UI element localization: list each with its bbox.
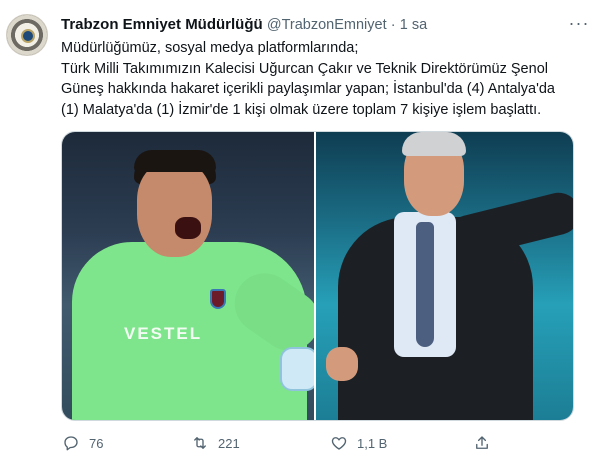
tweet-header: Trabzon Emniyet Müdürlüğü @TrabzonEmniye… (61, 15, 427, 35)
share-icon (472, 433, 492, 453)
share-button[interactable] (472, 430, 500, 456)
tweet-text-line: Güneş hakkında hakaret içerikli paylaşım… (61, 81, 555, 97)
retweet-count: 221 (218, 435, 240, 451)
reply-icon (61, 433, 81, 453)
tie (416, 222, 435, 347)
header-separator: · (390, 17, 396, 33)
more-icon[interactable]: ··· (566, 12, 592, 38)
retweet-icon (190, 433, 210, 453)
tweet-actions: 76 221 1,1 B (61, 430, 531, 456)
like-count: 1,1 B (357, 435, 388, 451)
glove (280, 347, 315, 391)
hair-top (134, 150, 216, 172)
club-crest-icon (210, 289, 226, 309)
police-badge-icon (21, 29, 35, 43)
reply-button[interactable]: 76 (61, 430, 103, 456)
tweet-text: Müdürlüğümüz, sosyal medya platformların… (61, 38, 581, 120)
face (137, 162, 212, 257)
reply-count: 76 (89, 435, 104, 451)
heart-icon (329, 433, 349, 453)
author-avatar[interactable] (6, 14, 48, 56)
tweet-time[interactable]: 1 sa (400, 17, 427, 33)
hair (402, 132, 467, 156)
goalkeeper-photo[interactable]: VESTEL (62, 132, 315, 420)
like-button[interactable]: 1,1 B (329, 430, 387, 456)
author-name[interactable]: Trabzon Emniyet Müdürlüğü (61, 16, 263, 33)
tweet-media: VESTEL (61, 131, 574, 421)
shirt-sponsor: VESTEL (124, 324, 203, 343)
retweet-button[interactable]: 221 (190, 430, 240, 456)
author-handle[interactable]: @TrabzonEmniyet (267, 17, 387, 33)
mouth (175, 217, 201, 239)
tweet-text-line: Müdürlüğümüz, sosyal medya platformların… (61, 40, 359, 56)
tweet-text-line: Türk Milli Takımımızın Kalecisi Uğurcan … (61, 60, 548, 77)
hand (326, 347, 359, 381)
tweet-text-line: (1) Malatya'da (1) İzmir'de 1 kişi olmak… (61, 101, 542, 118)
coach-photo[interactable] (316, 132, 573, 420)
tweet-card[interactable]: Trabzon Emniyet Müdürlüğü @TrabzonEmniye… (0, 0, 600, 474)
